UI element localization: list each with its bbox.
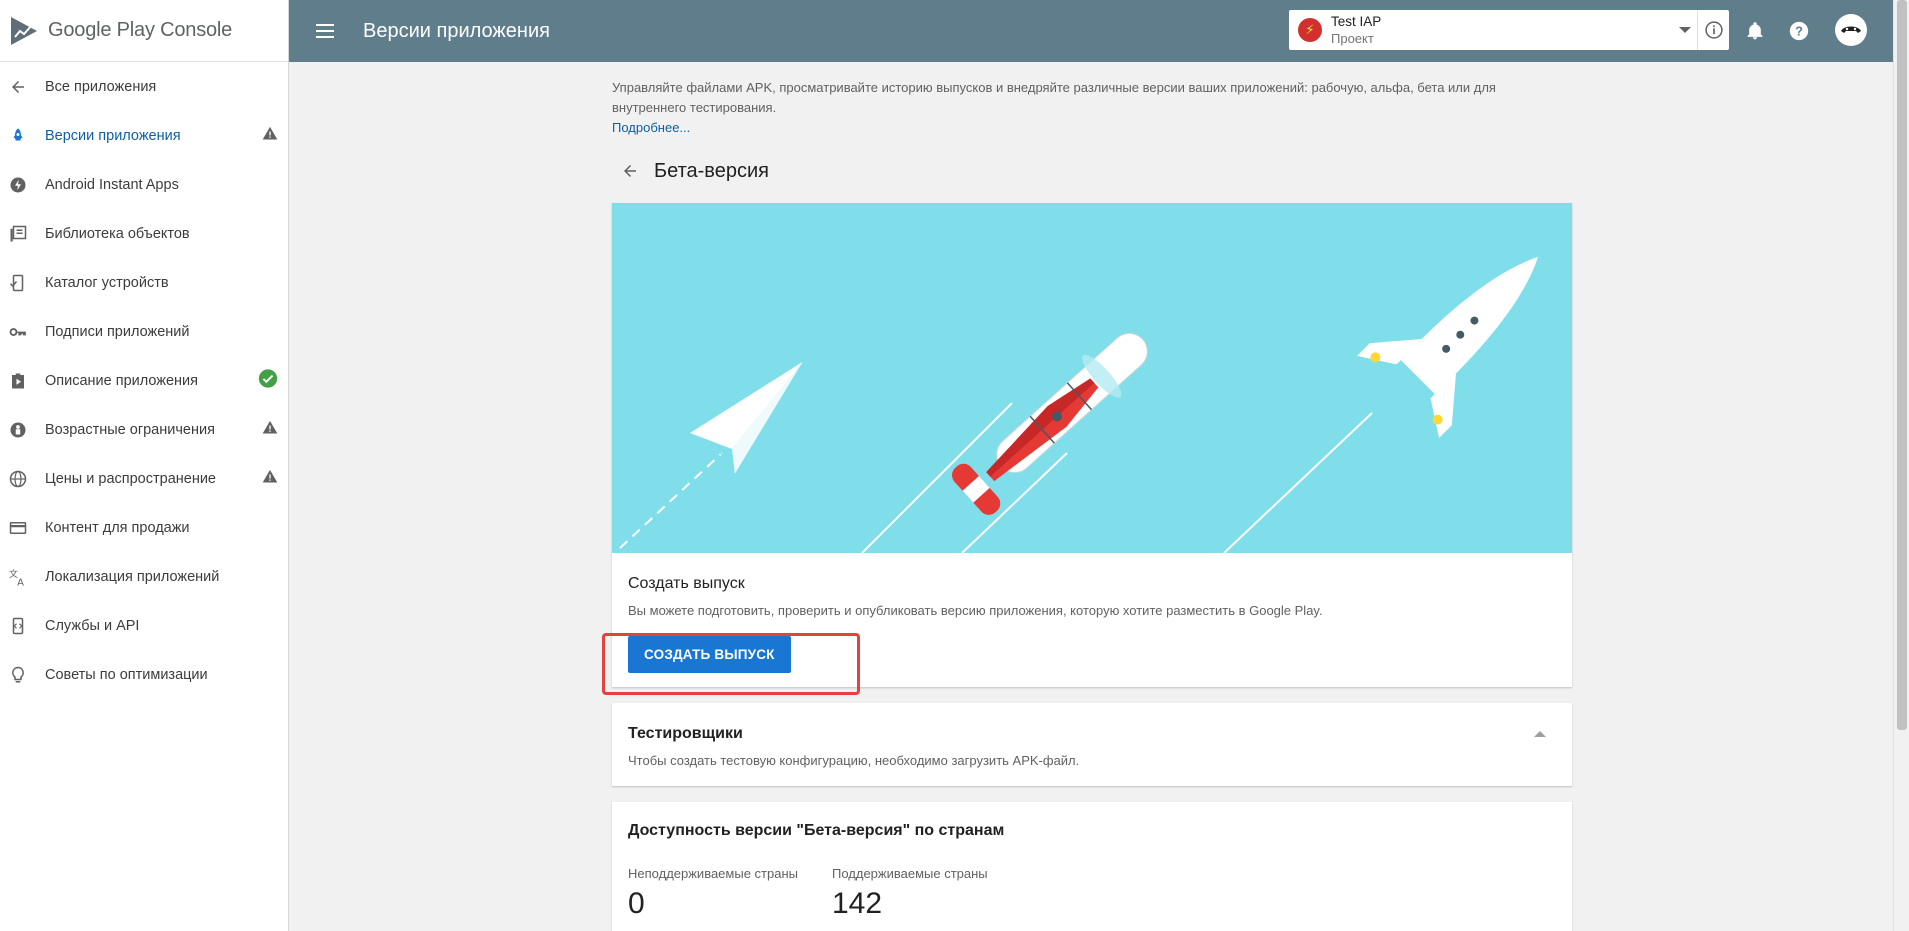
store-listing-icon (8, 371, 28, 391)
sidebar-item-label: Версии приложения (45, 127, 181, 144)
project-selector[interactable]: ⚡ Test IAP Проект (1289, 10, 1729, 50)
sidebar-nav: Все приложения Версии приложения Android… (0, 62, 288, 699)
warning-icon (262, 419, 278, 440)
info-icon[interactable] (1697, 10, 1729, 50)
sidebar-item-in-app-products[interactable]: Контент для продажи (0, 503, 288, 552)
availability-title: Доступность версии "Бета-версия" по стра… (628, 822, 1005, 839)
sidebar-item-label: Советы по оптимизации (45, 666, 208, 683)
back-arrow-icon[interactable] (618, 159, 642, 183)
project-subtitle: Проект (1331, 31, 1374, 46)
sidebar-item-instant-apps[interactable]: Android Instant Apps (0, 160, 288, 209)
sidebar-item-label: Подписи приложений (45, 323, 190, 340)
unsupported-countries-stat: Неподдерживаемые страны 0 (628, 866, 798, 921)
svg-text:?: ? (1795, 24, 1803, 39)
create-release-card: Создать выпуск Вы можете подготовить, пр… (602, 203, 1572, 695)
sidebar-item-content-rating[interactable]: Возрастные ограничения (0, 405, 288, 454)
availability-stats: Неподдерживаемые страны 0 Поддерживаемые… (628, 866, 1556, 921)
testers-description: Чтобы создать тестовую конфигурацию, нео… (628, 753, 1080, 768)
translate-icon: 文A (8, 567, 28, 587)
menu-icon[interactable] (313, 19, 337, 43)
stat-value: 0 (628, 887, 645, 920)
sidebar-item-app-releases[interactable]: Версии приложения (0, 111, 288, 160)
help-icon[interactable]: ? (1787, 19, 1811, 43)
user-avatar[interactable] (1835, 14, 1867, 46)
sidebar-item-artifact-library[interactable]: Библиотека объектов (0, 209, 288, 258)
sidebar-item-device-catalog[interactable]: Каталог устройств (0, 258, 288, 307)
intro-text: Управляйте файлами APK, просматривайте и… (612, 78, 1572, 138)
create-release-button[interactable]: Создать выпуск (628, 636, 791, 673)
chevron-down-icon[interactable] (1679, 27, 1691, 33)
check-circle-icon (258, 368, 278, 393)
track-title: Бета-версия (654, 159, 769, 182)
create-release-description: Вы можете подготовить, проверить и опубл… (628, 603, 1323, 618)
project-avatar-icon: ⚡ (1298, 18, 1322, 42)
supported-countries-stat: Поддерживаемые страны 142 (832, 866, 988, 921)
services-icon (8, 616, 28, 636)
project-text: Test IAP Проект (1331, 13, 1381, 47)
stat-label: Неподдерживаемые страны (628, 866, 798, 881)
sidebar-item-all-apps[interactable]: Все приложения (0, 62, 288, 111)
scrollbar-thumb[interactable] (1897, 0, 1907, 730)
sidebar-item-label: Цены и распространение (45, 470, 216, 487)
sidebar-item-label: Каталог устройств (45, 274, 169, 291)
testers-title: Тестировщики (628, 725, 743, 742)
top-app-bar: Версии приложения ⚡ Test IAP Проект ? (289, 0, 1909, 62)
logo[interactable]: Google Play Console (0, 0, 288, 62)
sidebar-item-pricing[interactable]: Цены и распространение (0, 454, 288, 503)
library-icon (8, 224, 28, 244)
content-rating-icon (8, 420, 28, 440)
warning-icon (262, 125, 278, 146)
release-illustration (612, 203, 1572, 553)
sidebar-item-label: Контент для продажи (45, 519, 190, 536)
stat-value: 142 (831, 887, 883, 920)
intro-description: Управляйте файлами APK, просматривайте и… (612, 80, 1496, 115)
sidebar-item-label: Описание приложения (45, 372, 199, 389)
page-title: Версии приложения (363, 19, 550, 42)
arrow-left-icon (8, 77, 28, 97)
sidebar: Google Play Console Все приложения Верси… (0, 0, 289, 931)
stat-label: Поддерживаемые страны (831, 866, 988, 881)
availability-card: Доступность версии "Бета-версия" по стра… (612, 802, 1572, 931)
sidebar-item-services-api[interactable]: Службы и API (0, 601, 288, 650)
page-scrollbar[interactable] (1893, 0, 1909, 931)
key-icon (8, 322, 28, 342)
sidebar-item-label: Библиотека объектов (45, 225, 190, 242)
warning-icon (262, 468, 278, 489)
main-content: Управляйте файлами APK, просматривайте и… (602, 62, 1572, 931)
create-release-title: Создать выпуск (628, 575, 745, 592)
globe-icon (8, 469, 28, 489)
logo-text: Google Play Console (48, 19, 233, 41)
notifications-bell-icon[interactable] (1743, 19, 1767, 43)
bolt-icon (8, 175, 28, 195)
sidebar-item-label: Android Instant Apps (45, 176, 179, 193)
credit-card-icon (8, 518, 28, 538)
sidebar-item-store-listing[interactable]: Описание приложения (0, 356, 288, 405)
sidebar-item-translation[interactable]: 文A Локализация приложений (0, 552, 288, 601)
testers-card: Тестировщики Чтобы создать тестовую конф… (612, 703, 1572, 786)
section-header: Бета-версия (612, 156, 1572, 186)
device-check-icon (8, 273, 28, 293)
learn-more-link[interactable]: Подробнее... (612, 118, 690, 138)
project-name: Test IAP (1331, 14, 1382, 29)
sidebar-item-label: Службы и API (45, 617, 140, 634)
play-console-logo-icon (11, 16, 37, 45)
collapse-icon[interactable] (1534, 731, 1546, 737)
svg-text:A: A (17, 577, 24, 587)
rocket-icon (8, 126, 28, 146)
sidebar-item-optimization-tips[interactable]: Советы по оптимизации (0, 650, 288, 699)
sidebar-item-label: Локализация приложений (45, 568, 220, 585)
sidebar-item-label: Все приложения (45, 78, 157, 95)
sidebar-item-app-signing[interactable]: Подписи приложений (0, 307, 288, 356)
sidebar-item-label: Возрастные ограничения (45, 421, 215, 438)
lightbulb-icon (8, 665, 28, 685)
create-release-section: Создать выпуск Вы можете подготовить, пр… (602, 553, 1572, 695)
